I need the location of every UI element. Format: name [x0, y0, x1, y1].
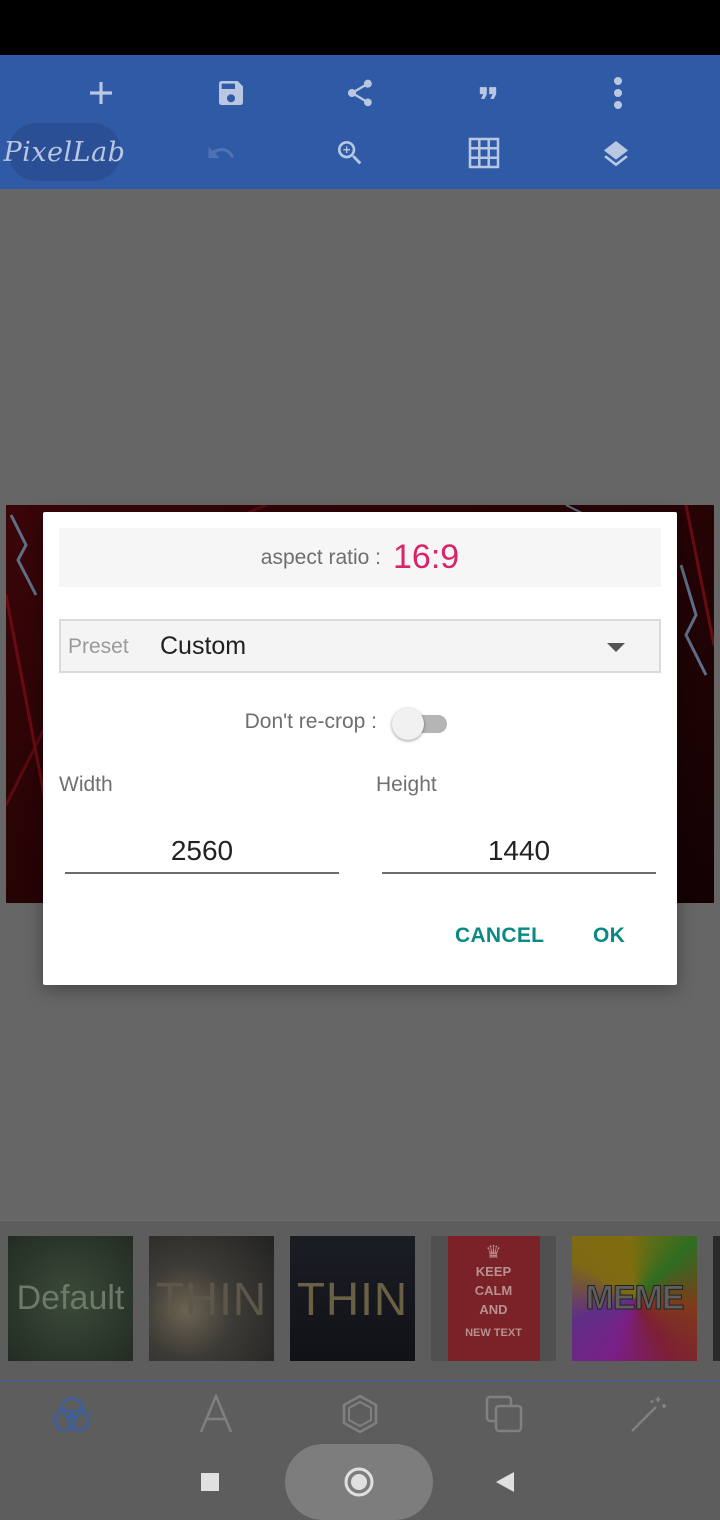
aspect-ratio-bar: aspect ratio : 16:9	[59, 528, 661, 587]
text-icon[interactable]	[186, 1389, 246, 1439]
template-label: KEEP CALM AND	[474, 1264, 513, 1317]
preset-label: Preset	[68, 635, 129, 658]
preset-value: Custom	[160, 632, 247, 660]
dropdown-arrow-icon	[607, 643, 625, 652]
template-meme[interactable]: MEME	[572, 1236, 697, 1361]
app-toolbar: PixelLab	[0, 55, 720, 189]
share-icon[interactable]	[330, 67, 390, 119]
filters-icon[interactable]	[42, 1389, 102, 1439]
height-label: Height	[376, 773, 437, 796]
shape-icon[interactable]	[330, 1389, 390, 1439]
crown-icon: ♛	[485, 1242, 502, 1262]
status-bar	[0, 0, 720, 55]
system-nav-bar	[0, 1444, 720, 1520]
layers-copy-icon[interactable]	[474, 1389, 534, 1439]
pixellab-logo[interactable]: PixelLab	[4, 123, 125, 181]
template-next-partial[interactable]	[713, 1236, 720, 1361]
preset-dropdown[interactable]: Preset Custom	[59, 619, 661, 673]
home-icon	[344, 1467, 374, 1497]
template-thin-dark[interactable]: THIN	[290, 1236, 415, 1361]
template-label: THIN	[155, 1272, 268, 1325]
resize-dialog: aspect ratio : 16:9 Preset Custom Don't …	[43, 512, 677, 985]
recrop-row: Don't re-crop :	[43, 704, 677, 742]
back-icon[interactable]	[495, 1471, 515, 1493]
undo-icon[interactable]	[191, 127, 251, 179]
width-input[interactable]	[65, 830, 339, 874]
cancel-button[interactable]: CANCEL	[455, 924, 544, 948]
effects-icon[interactable]	[618, 1389, 678, 1439]
grid-icon[interactable]	[454, 127, 514, 179]
template-default[interactable]: Default	[8, 1236, 133, 1361]
recrop-toggle[interactable]	[392, 708, 450, 740]
keep-calm-poster: ♛ KEEP CALM AND NEW TEXT	[447, 1236, 540, 1361]
layers-icon[interactable]	[586, 127, 646, 179]
template-sublabel: NEW TEXT	[465, 1327, 522, 1339]
recents-icon[interactable]	[201, 1473, 219, 1491]
bottom-tab-bar	[0, 1380, 720, 1444]
zoom-in-icon[interactable]	[320, 127, 380, 179]
save-icon[interactable]	[201, 67, 261, 119]
home-button[interactable]	[285, 1444, 433, 1520]
aspect-ratio-value: 16:9	[393, 538, 460, 576]
template-keep-calm[interactable]: ♛ KEEP CALM AND NEW TEXT	[431, 1236, 556, 1361]
template-label: THIN	[296, 1272, 409, 1325]
quote-icon[interactable]	[458, 67, 518, 119]
recrop-label: Don't re-crop :	[244, 710, 377, 733]
ok-button[interactable]: OK	[593, 924, 625, 948]
more-vert-icon[interactable]	[588, 67, 648, 119]
toggle-thumb	[392, 708, 424, 740]
add-icon[interactable]	[71, 67, 131, 119]
aspect-ratio-label: aspect ratio :	[260, 545, 382, 569]
logo-text: PixelLab	[3, 136, 126, 168]
width-label: Width	[59, 773, 113, 796]
template-label: Default	[16, 1279, 125, 1317]
height-input[interactable]	[382, 830, 656, 874]
template-thin-bokeh[interactable]: THIN	[149, 1236, 274, 1361]
template-label: MEME	[585, 1279, 685, 1318]
